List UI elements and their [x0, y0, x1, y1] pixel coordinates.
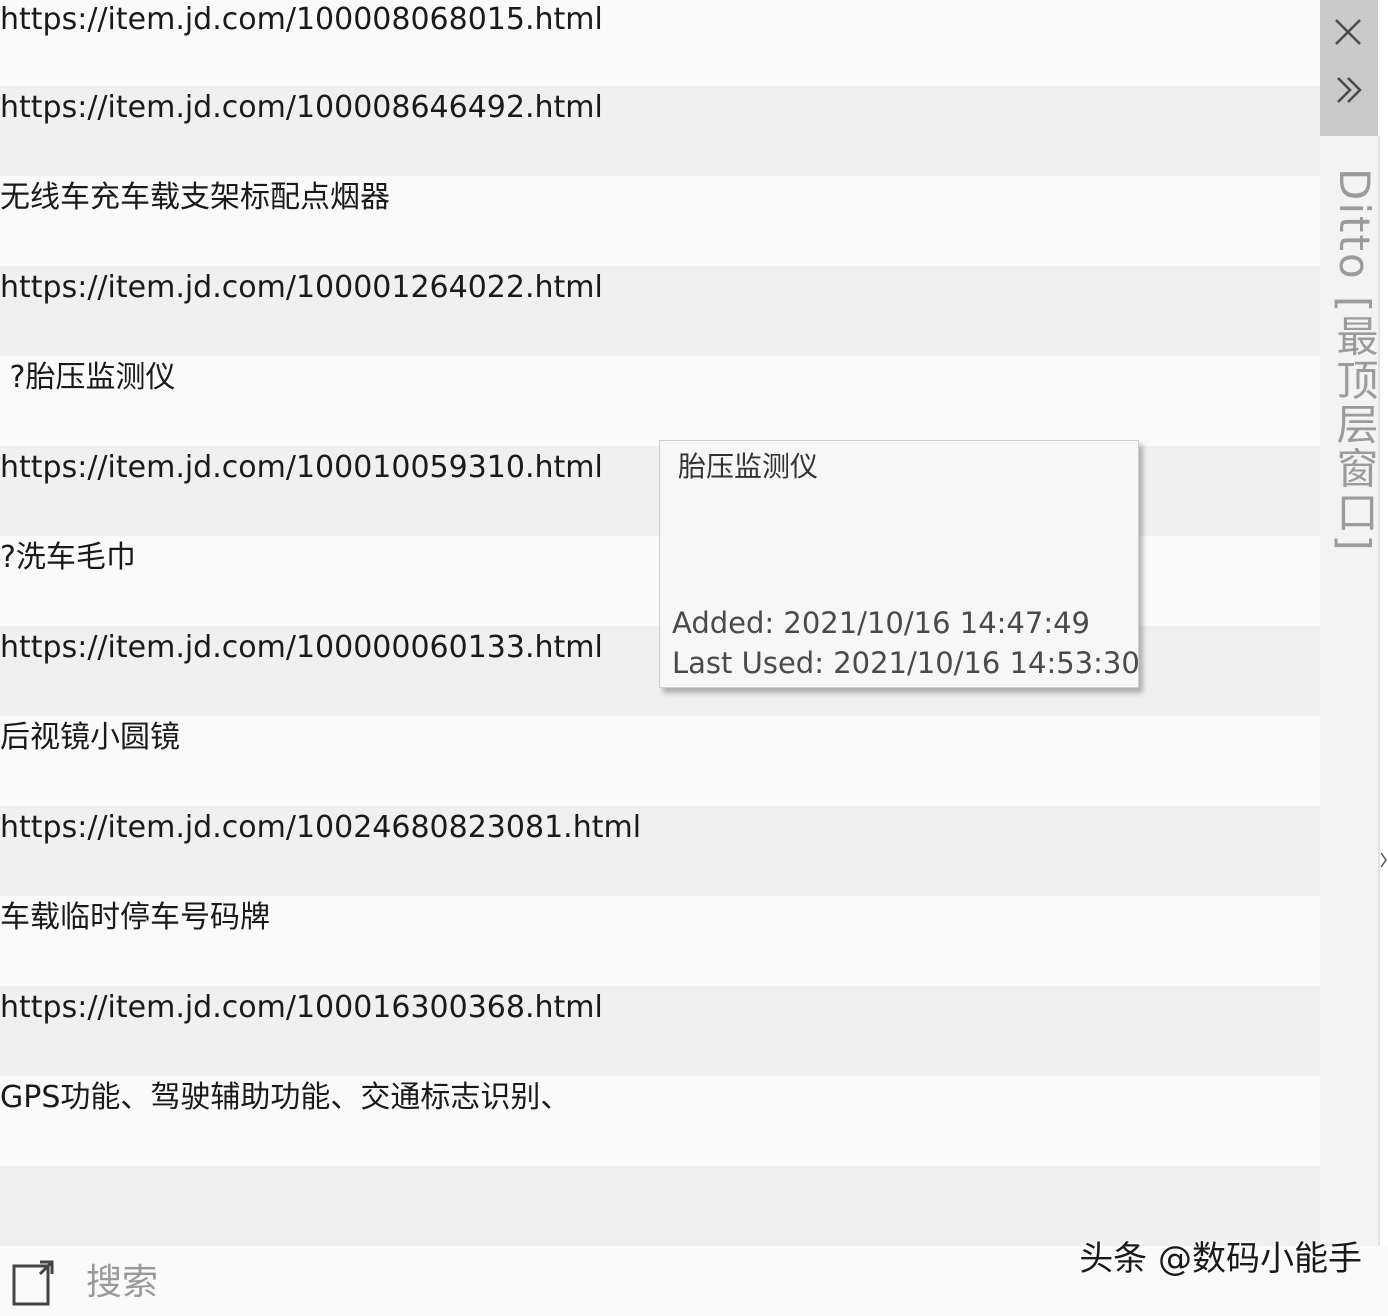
clip-text: https://item.jd.com/100016300368.html [0, 990, 603, 1025]
clip-row[interactable]: 无线车充车载支架标配点烟器 [0, 176, 1320, 266]
clip-text: 车载临时停车号码牌 [0, 900, 270, 935]
clip-row[interactable]: https://item.jd.com/100008068015.html [0, 0, 1320, 86]
search-input[interactable]: 搜索 [86, 1260, 158, 1306]
clip-row[interactable]: 车载临时停车号码牌 [0, 896, 1320, 986]
clip-text: https://item.jd.com/10024680823081.html [0, 810, 642, 845]
clip-text: GPS功能、驾驶辅助功能、交通标志识别、 [0, 1080, 571, 1115]
resize-edge-icon[interactable] [1380, 845, 1388, 875]
clip-row[interactable]: https://item.jd.com/100008646492.html [0, 86, 1320, 176]
window-title: Ditto [最顶层窗口] [1330, 168, 1379, 553]
double-chevron-right-icon[interactable] [1328, 70, 1368, 110]
tooltip-title: 胎压监测仪 [678, 450, 819, 483]
tooltip-last-used: Last Used: 2021/10/16 14:53:30 [672, 646, 1140, 680]
caption-buttons [1320, 0, 1378, 136]
clip-row[interactable]: https://item.jd.com/100016300368.html [0, 986, 1320, 1076]
clip-row[interactable]: ?胎压监测仪 [0, 356, 1320, 446]
clip-text: https://item.jd.com/100001264022.html [0, 270, 603, 305]
clip-text: https://item.jd.com/100010059310.html [0, 450, 603, 485]
clip-row[interactable]: https://item.jd.com/10024680823081.html [0, 806, 1320, 896]
watermark: 头条 @数码小能手 [1079, 1239, 1362, 1279]
search-toggle-icon[interactable] [12, 1260, 54, 1306]
clip-text: 后视镜小圆镜 [0, 720, 180, 755]
clip-text: ?胎压监测仪 [0, 360, 176, 395]
clip-text: https://item.jd.com/100008646492.html [0, 90, 603, 125]
clip-text: https://item.jd.com/100000060133.html [0, 630, 603, 665]
empty-list-area [0, 1166, 1320, 1246]
clip-text: 无线车充车载支架标配点烟器 [0, 180, 390, 215]
close-icon[interactable] [1328, 12, 1368, 52]
side-caption-strip: Ditto [最顶层窗口] [1320, 0, 1388, 1246]
clip-tooltip: 胎压监测仪 Added: 2021/10/16 14:47:49 Last Us… [659, 440, 1140, 688]
search-bar: 搜索 头条 @数码小能手 [0, 1239, 1388, 1316]
clip-text: ?洗车毛巾 [0, 540, 136, 575]
clip-row[interactable]: 后视镜小圆镜 [0, 716, 1320, 806]
clip-text: https://item.jd.com/100008068015.html [0, 2, 603, 37]
ditto-clipboard-window: https://item.jd.com/100008068015.html ht… [0, 0, 1388, 1316]
tooltip-added: Added: 2021/10/16 14:47:49 [672, 606, 1090, 640]
clip-row[interactable]: GPS功能、驾驶辅助功能、交通标志识别、 [0, 1076, 1320, 1166]
clip-row[interactable]: https://item.jd.com/100001264022.html [0, 266, 1320, 356]
